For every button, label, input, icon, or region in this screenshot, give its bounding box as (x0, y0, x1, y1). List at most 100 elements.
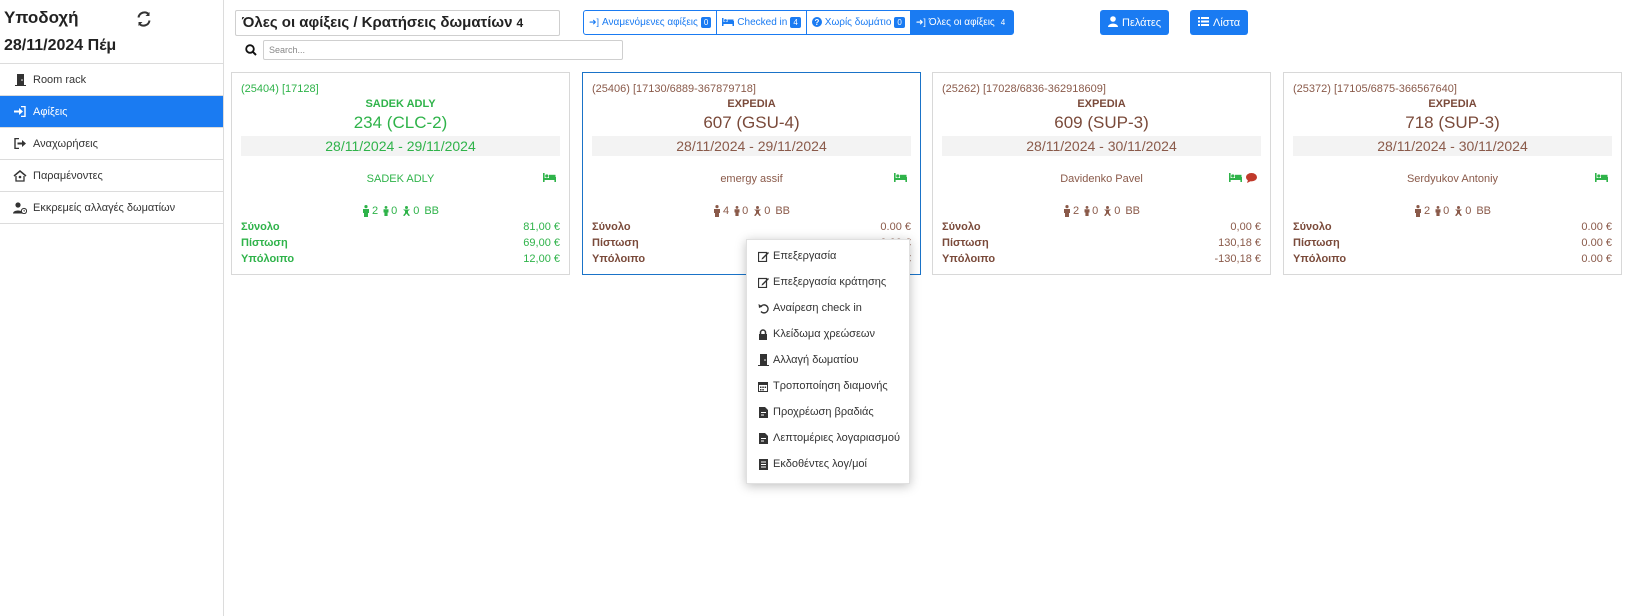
adults-count: 2 (1423, 205, 1431, 217)
sidebar-item-in-house[interactable]: Παραμένοντες (0, 160, 223, 192)
room-number: 607 (GSU-4) (703, 113, 800, 132)
guest-name: Davidenko Pavel (1060, 173, 1143, 185)
door-icon (13, 73, 27, 86)
menu-item-undo-check-in[interactable]: Αναίρεση check in (747, 295, 909, 321)
status-icons (1229, 173, 1257, 186)
credit-row: Πίστωση 130,18 € (942, 237, 1261, 249)
filter-all-arrivals-button[interactable]: ➜] Όλες οι αφίξεις 4 (909, 10, 1015, 35)
menu-item-edit-reservation[interactable]: Επεξεργασία κράτησης (747, 269, 909, 295)
menu-item-account-details[interactable]: Λεπτομέριες λογαριασμού (747, 425, 909, 451)
infants-count: 0 (1114, 205, 1121, 217)
user-icon (1108, 15, 1118, 30)
menu-item-lock-charges[interactable]: Κλείδωμα χρεώσεων (747, 321, 909, 347)
sign-in-icon: ➜] (915, 17, 926, 27)
lock-icon (757, 328, 769, 340)
credit-label: Πίστωση (1293, 237, 1340, 249)
menu-item-change-room[interactable]: Αλλαγή δωματίου (747, 347, 909, 373)
page-heading: Όλες οι αφίξεις / Κρατήσεις δωματίων 4 (235, 10, 560, 36)
adult-icon (1414, 205, 1422, 217)
heading-count: 4 (516, 16, 524, 30)
refresh-icon[interactable] (136, 11, 152, 27)
agency-name: EXPEDIA (1077, 98, 1126, 110)
menu-item-label: Προχρέωση βραδιάς (773, 406, 874, 418)
adults-count: 2 (1072, 205, 1080, 217)
total-label: Σύνολο (942, 221, 981, 233)
undo-icon (757, 302, 769, 314)
sidebar: Υποδοχή 28/11/2024 Πέμ Room rack Αφίξεις… (0, 0, 224, 616)
sidebar-item-departures[interactable]: Αναχωρήσεις (0, 128, 223, 160)
sidebar-item-label: Εκκρεμείς αλλαγές δωματίων (33, 201, 176, 214)
page-title: Υποδοχή (4, 8, 79, 27)
sidebar-item-label: Παραμένοντες (33, 169, 103, 182)
menu-item-label: Επεξεργασία κράτησης (773, 276, 887, 288)
credit-label: Πίστωση (241, 237, 288, 249)
pax-summary: 2 0 0 BB (232, 205, 569, 217)
pax-summary: 2 0 0 BB (1284, 205, 1621, 217)
button-label: Πελάτες (1122, 16, 1162, 29)
sidebar-item-room-rack[interactable]: Room rack (0, 64, 223, 96)
total-row: Σύνολο 81,00 € (241, 221, 560, 233)
stay-dates: 28/11/2024 - 30/11/2024 (1293, 136, 1612, 156)
sidebar-item-arrivals[interactable]: Αφίξεις (0, 96, 223, 128)
house-user-icon (13, 169, 27, 182)
credit-row: Πίστωση 0.00 € (1293, 237, 1612, 249)
pax-summary: 2 0 0 BB (933, 205, 1270, 217)
child-icon (1084, 206, 1090, 216)
filter-label: Checked in (737, 17, 788, 28)
customers-button[interactable]: Πελάτες (1100, 10, 1170, 35)
stay-dates: 28/11/2024 - 29/11/2024 (241, 136, 560, 156)
balance-row: Υπόλοιπο 12,00 € (241, 253, 560, 265)
comment-icon[interactable] (1246, 173, 1257, 186)
search-icon (245, 44, 257, 56)
svg-text:?: ? (814, 18, 819, 27)
sign-in-icon: ➜] (589, 17, 600, 27)
list-button[interactable]: Λίστα (1190, 10, 1249, 35)
total-row: Σύνολο 0.00 € (1293, 221, 1612, 233)
reservation-card[interactable]: (25262) [17028/6836-362918609] EXPEDIA 609… (932, 72, 1271, 275)
bed-icon (722, 17, 735, 28)
infants-count: 0 (1465, 205, 1472, 217)
guest-name: Serdyukov Antoniy (1406, 173, 1499, 185)
sidebar-menu: Room rack Αφίξεις Αναχωρήσεις Παραμένοντ… (0, 63, 223, 224)
credit-row: Πίστωση 69,00 € (241, 237, 560, 249)
adult-icon (362, 205, 370, 217)
board-type: BB (1476, 205, 1492, 217)
menu-item-precharge-night[interactable]: Προχρέωση βραδιάς (747, 399, 909, 425)
total-row: Σύνολο 0,00 € (942, 221, 1261, 233)
board-type: BB (1125, 205, 1141, 217)
menu-item-edit[interactable]: Επεξεργασία (747, 243, 909, 269)
filter-checked-in-button[interactable]: Checked in 4 (716, 10, 807, 35)
arrival-filter-group: ➜] Αναμενόμενες αφίξεις 0 Checked in 4 ?… (583, 10, 1015, 35)
filter-expected-arrivals-button[interactable]: ➜] Αναμενόμενες αφίξεις 0 (583, 10, 718, 35)
reservation-ids: (25262) [17028/6836-362918609] (942, 83, 1106, 95)
search-input[interactable] (263, 40, 623, 60)
reservation-card[interactable]: (25404) [17128] SADEK ADLY 234 (CLC-2) 28/1… (231, 72, 570, 275)
menu-item-label: Λεπτομέριες λογαριασμού (773, 432, 900, 444)
door-icon (757, 354, 769, 366)
menu-item-label: Κλείδωμα χρεώσεων (773, 328, 875, 340)
balance-value: 0.00 € (1581, 253, 1612, 265)
sidebar-item-pending-room-changes[interactable]: Εκκρεμείς αλλαγές δωματίων (0, 192, 223, 224)
infants-count: 0 (413, 205, 420, 217)
balance-label: Υπόλοιπο (241, 253, 295, 265)
reservation-ids: (25404) [17128] (241, 83, 319, 95)
user-clock-icon (13, 201, 27, 214)
credit-value: 69,00 € (523, 237, 560, 249)
total-value: 81,00 € (523, 221, 560, 233)
children-count: 0 (1443, 205, 1450, 217)
menu-item-issued-invoices[interactable]: Εκδοθέντες λογ/μοί (747, 451, 909, 477)
file-invoice-icon (757, 406, 769, 418)
sidebar-header: Υποδοχή 28/11/2024 Πέμ (4, 8, 116, 54)
reservation-card[interactable]: (25372) [17105/6875-366567640] EXPEDIA 718… (1283, 72, 1622, 275)
filter-no-room-button[interactable]: ? Χωρίς δωμάτιο 0 (805, 10, 911, 35)
child-icon (1435, 206, 1441, 216)
sign-in-icon (13, 106, 27, 118)
child-icon (383, 206, 389, 216)
calendar-icon (757, 380, 769, 392)
count-badge: 4 (790, 17, 801, 28)
balance-row: Υπόλοιπο -130,18 € (942, 253, 1261, 265)
menu-item-modify-stay[interactable]: Τροποποίηση διαμονής (747, 373, 909, 399)
count-badge: 0 (700, 17, 712, 28)
sidebar-item-label: Room rack (33, 73, 87, 86)
total-value: 0.00 € (880, 221, 911, 233)
